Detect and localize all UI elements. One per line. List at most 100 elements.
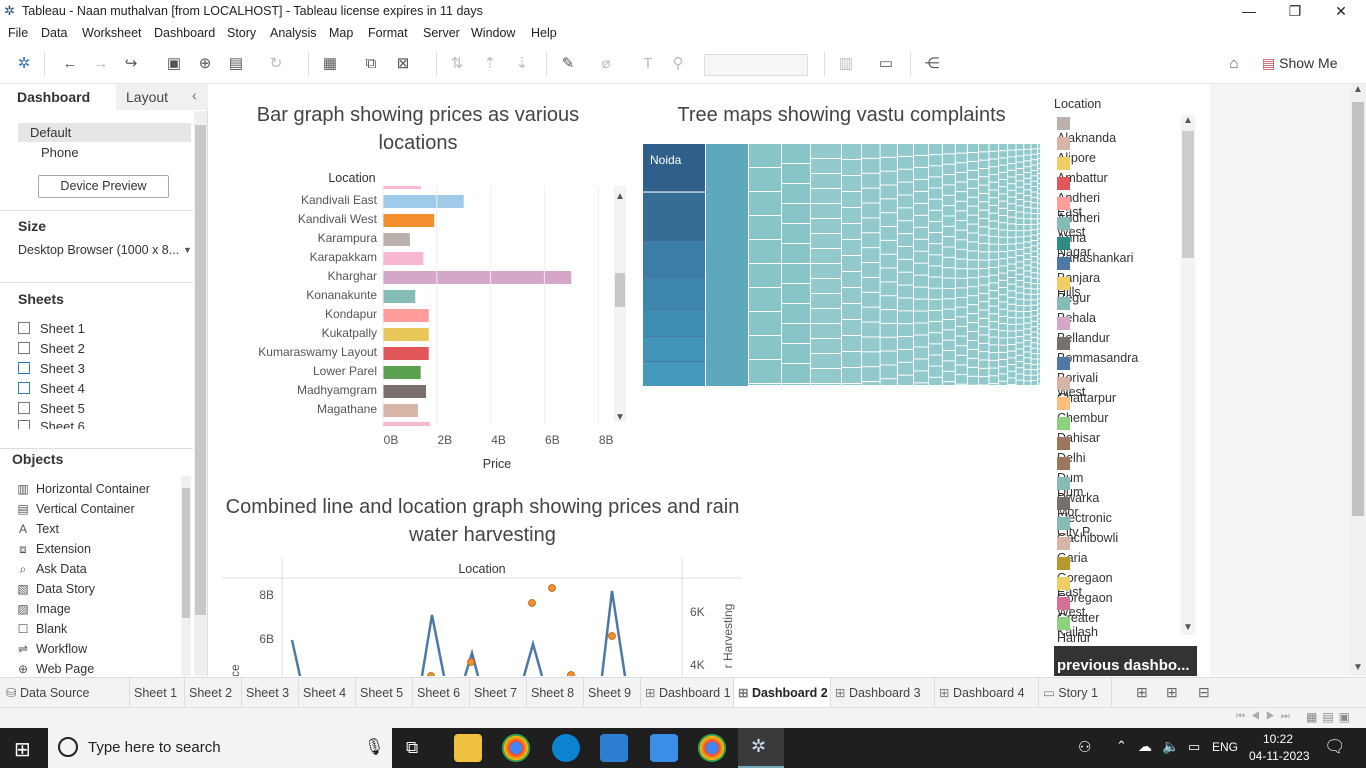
tree-map-cell[interactable] (842, 288, 861, 303)
tree-map-cell[interactable] (1031, 311, 1038, 316)
object-horizontal-container[interactable]: ▥ Horizontal Container (16, 482, 150, 502)
tree-map-cell[interactable] (1038, 379, 1040, 384)
tree-map-cell[interactable] (1016, 200, 1024, 206)
tree-map-cell[interactable] (1031, 343, 1038, 348)
tree-map-cell[interactable] (811, 219, 841, 233)
tree-map-cell[interactable] (979, 152, 989, 160)
tree-map-cell[interactable] (1016, 380, 1024, 385)
tree-map-cell[interactable] (1031, 187, 1038, 192)
object-vertical-container[interactable]: ▤ Vertical Container (16, 502, 134, 522)
tree-map-cell[interactable] (1008, 338, 1016, 344)
tree-map-cell[interactable] (1038, 149, 1040, 154)
tree-map-cell[interactable] (955, 230, 967, 240)
tree-map-cell[interactable] (1024, 236, 1031, 242)
tree-map-cell[interactable] (1031, 235, 1038, 240)
object-data-story[interactable]: ▧ Data Story (16, 582, 95, 602)
tree-map-cell[interactable] (1016, 206, 1024, 212)
sort-asc-icon[interactable]: ⇡ (480, 54, 500, 74)
tree-map-cell[interactable] (955, 278, 967, 288)
scroll-down-icon[interactable]: ▼ (615, 412, 625, 423)
tree-map-cell[interactable] (967, 376, 979, 385)
tree-map-cell[interactable] (942, 330, 955, 340)
tree-map-cell[interactable] (1008, 311, 1016, 318)
tree-map-cell[interactable] (842, 384, 861, 385)
tree-map-cell[interactable] (1024, 283, 1031, 288)
tree-map-cell[interactable] (1016, 262, 1024, 268)
tree-map-cell[interactable] (979, 210, 989, 218)
tree-map-cell[interactable] (999, 165, 1008, 172)
tree-map-cell[interactable] (955, 172, 967, 182)
tree-map-cell[interactable] (967, 287, 979, 296)
menu-format[interactable]: Format (368, 26, 408, 40)
tree-map-cell[interactable] (1008, 164, 1016, 170)
tree-map-cell[interactable] (1024, 219, 1031, 225)
tree-map-cell[interactable] (967, 170, 979, 179)
tree-map-cell[interactable] (913, 311, 928, 323)
tree-map-cell[interactable] (880, 268, 897, 282)
tree-map-cell[interactable] (1038, 319, 1040, 324)
tree-map-cell[interactable] (928, 144, 942, 155)
tree-map-cell[interactable] (1016, 168, 1024, 175)
left-panel-scrollbar[interactable] (194, 111, 207, 676)
tree-map-cell[interactable] (999, 316, 1008, 324)
tree-map-cell[interactable] (811, 249, 841, 263)
tree-map-cell[interactable] (1038, 344, 1040, 349)
sheet-item[interactable]: Sheet 1 (18, 321, 85, 341)
tree-map-cell[interactable] (897, 259, 913, 272)
object-blank[interactable]: ☐ Blank (16, 622, 68, 642)
tree-map-cell[interactable] (967, 251, 979, 260)
tree-map-cell[interactable] (967, 179, 979, 188)
tree-map-cell[interactable] (1038, 194, 1040, 199)
tree-map-cell[interactable] (880, 227, 897, 240)
sheet-tab[interactable]: ⊞ Dashboard 3 (831, 678, 935, 708)
tree-map-cell[interactable] (1008, 197, 1016, 204)
tree-map-cell[interactable] (979, 293, 989, 302)
mail-icon[interactable] (650, 734, 678, 762)
tree-map-cell[interactable] (999, 237, 1008, 244)
tree-map-cell[interactable] (942, 278, 955, 288)
tree-map-cell[interactable] (913, 227, 928, 239)
menu-analysis[interactable]: Analysis (270, 26, 317, 40)
tree-map-cell[interactable] (880, 351, 897, 365)
tree-map-cell[interactable] (979, 218, 989, 227)
tree-map-cell[interactable] (955, 375, 967, 384)
tree-map-cell[interactable] (706, 288, 748, 323)
tree-map-cell[interactable] (955, 355, 967, 365)
tree-map-cell[interactable] (842, 304, 861, 319)
menu-map[interactable]: Map (329, 26, 353, 40)
tree-map-cell[interactable] (913, 251, 928, 263)
tree-map-cell[interactable] (928, 166, 942, 177)
tree-map-cell[interactable] (880, 240, 897, 254)
labels-icon[interactable]: T (638, 54, 658, 74)
tree-map-cell[interactable] (989, 368, 999, 376)
menu-help[interactable]: Help (531, 26, 557, 40)
tree-map-cell[interactable] (928, 322, 942, 333)
tree-map-cell[interactable] (1038, 339, 1040, 344)
tree-map-cell[interactable] (782, 324, 810, 343)
new-worksheet-icon[interactable]: ▦ (320, 54, 340, 74)
tree-map-cell[interactable] (928, 244, 942, 255)
tree-map-cell[interactable] (1008, 291, 1016, 298)
tree-map-cell[interactable] (1024, 149, 1031, 155)
tree-map-cell[interactable] (979, 352, 989, 360)
tree-map-cell[interactable] (1024, 265, 1031, 271)
tree-map-cell[interactable] (928, 266, 942, 277)
tree-map-cell[interactable] (913, 323, 928, 335)
tree-map-cell[interactable] (967, 197, 979, 206)
tree-map-cell[interactable] (749, 216, 781, 239)
tree-map-cell[interactable] (999, 273, 1008, 280)
legend-item[interactable]: Goregaon West (1057, 577, 1113, 619)
tree-map-cell[interactable] (955, 221, 967, 230)
tree-map-cell[interactable] (989, 298, 999, 306)
sheet-tab[interactable]: ▭ Story 1 (1039, 678, 1112, 708)
tree-map-cell[interactable] (928, 299, 942, 310)
tree-map-cell[interactable] (1008, 264, 1016, 271)
tree-map-cell[interactable] (979, 360, 989, 368)
close-button[interactable]: ✕ (1318, 0, 1364, 24)
tree-map-cell[interactable] (999, 172, 1008, 180)
bar[interactable] (383, 328, 429, 341)
tree-map-cell[interactable] (1031, 203, 1038, 208)
tree-map-cell[interactable] (1038, 249, 1040, 254)
sheet-tab[interactable]: Sheet 4 (299, 678, 356, 708)
tree-map-cell[interactable] (1031, 332, 1038, 337)
